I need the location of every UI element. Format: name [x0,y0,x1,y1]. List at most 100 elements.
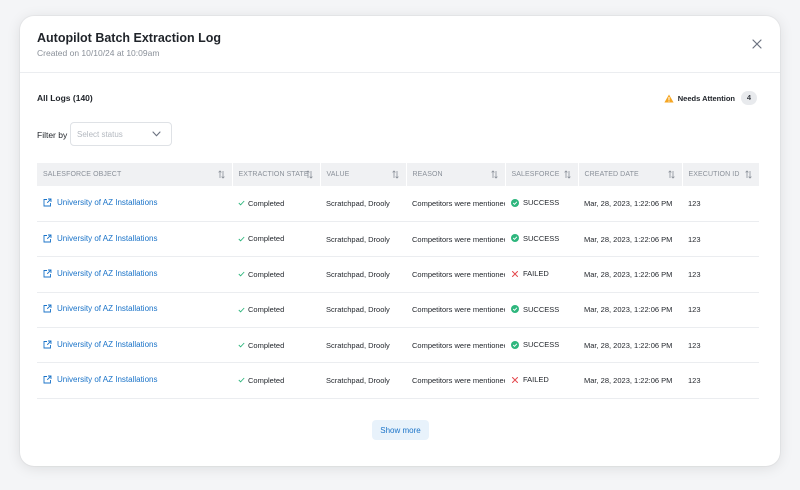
check-icon [238,378,245,383]
salesforce-object-link[interactable]: University of AZ Installations [43,269,157,278]
needs-attention-badge[interactable]: Needs Attention 4 [664,91,757,105]
value-cell: Scratchpad, Drooly [320,362,406,399]
salesforce-object-label: University of AZ Installations [57,197,158,207]
salesforce-object-label: University of AZ Installations [57,268,158,278]
sort-icon[interactable] [744,170,752,179]
table-row[interactable]: University of AZ Installations Completed S… [37,292,759,329]
reason-cell: Competitors were mentioned [406,362,505,399]
column-header-label: CREATED DATE [584,171,639,178]
column-header[interactable]: EXTRACTION STATE [232,163,321,186]
x-icon [512,376,518,383]
salesforce-object-cell: University of AZ Installations [37,221,232,258]
external-link-icon [43,375,52,384]
table-row[interactable]: University of AZ Installations Completed S… [37,327,759,364]
column-header[interactable]: REASON [406,163,506,186]
column-header-label: REASON [412,171,443,178]
logs-title: All Logs (140) [37,93,93,103]
sort-icon[interactable] [217,170,225,179]
table-row[interactable]: University of AZ Installations Completed S… [37,256,759,293]
column-header[interactable]: VALUE [320,163,407,186]
salesforce-object-link[interactable]: University of AZ Installations [43,198,157,207]
extraction-state-label: Completed [248,269,285,279]
extraction-state-cell: Completed [232,256,320,293]
check-icon [238,236,245,242]
salesforce-object-link[interactable]: University of AZ Installations [43,375,157,384]
sort-icon[interactable] [391,170,399,179]
execution-id-cell: 123 [682,186,759,222]
external-link-icon [43,304,52,313]
value-cell: Scratchpad, Drooly [320,327,406,364]
salesforce-status-cell: SUCCESS [505,186,578,222]
warning-icon [664,94,674,102]
salesforce-object-cell: University of AZ Installations [37,186,232,222]
column-header-label: SALESFORCE [511,171,560,178]
column-header[interactable]: EXECUTION ID [682,163,760,186]
external-link-icon [43,340,52,349]
show-more-button[interactable]: Show more [372,420,429,440]
salesforce-status-label: SUCCESS [523,304,560,314]
sort-icon[interactable] [305,170,313,179]
external-link-icon [43,234,52,243]
created-date-cell: Mar, 28, 2023, 1:22:06 PM [578,327,682,364]
sort-icon[interactable] [490,170,498,179]
success-circle-icon [511,198,519,207]
table-row[interactable]: University of AZ Installations Completed S… [37,362,759,399]
success-circle-icon [511,234,519,243]
execution-id-cell: 123 [682,362,759,399]
salesforce-status-label: SUCCESS [523,198,560,208]
salesforce-object-link[interactable]: University of AZ Installations [43,340,157,349]
salesforce-status-cell: SUCCESS [505,292,578,329]
extraction-state-cell: Completed [232,221,320,258]
extraction-state-cell: Completed [232,327,320,364]
sort-icon[interactable] [667,170,675,179]
sort-icon[interactable] [563,170,571,179]
created-date-cell: Mar, 28, 2023, 1:22:06 PM [578,292,682,329]
table-row[interactable]: University of AZ Installations Completed S… [37,221,759,258]
extraction-state-label: Completed [248,198,285,208]
extraction-state-cell: Completed [232,362,320,399]
column-header-label: SALESFORCE OBJECT [43,171,122,178]
column-header[interactable]: SALESFORCE OBJECT [37,163,233,186]
success-circle-icon [511,305,519,314]
reason-cell: Competitors were mentioned [406,186,505,222]
value-cell: Scratchpad, Drooly [320,256,406,293]
value-cell: Scratchpad, Drooly [320,221,406,258]
modal-header: Autopilot Batch Extraction Log Created o… [20,16,780,73]
table-row[interactable]: University of AZ Installations Completed S… [37,186,759,222]
execution-id-cell: 123 [682,327,759,364]
extraction-state-cell: Completed [232,186,320,222]
value-cell: Scratchpad, Drooly [320,186,406,222]
execution-id-cell: 123 [682,256,759,293]
salesforce-object-cell: University of AZ Installations [37,362,232,399]
logs-table: SALESFORCE OBJECT EXTRACTION STATE VALUE RE… [37,163,760,399]
created-date-cell: Mar, 28, 2023, 1:22:06 PM [578,221,682,258]
extraction-state-cell: Completed [232,292,320,329]
reason-cell: Competitors were mentioned [406,292,505,329]
salesforce-status-cell: FAILED [505,256,578,293]
x-icon [512,270,518,277]
salesforce-status-cell: SUCCESS [505,221,578,258]
salesforce-status-label: SUCCESS [523,233,560,243]
column-header[interactable]: SALESFORCE [505,163,579,186]
check-icon [238,342,245,348]
reason-cell: Competitors were mentioned [406,221,505,258]
needs-attention-label: Needs Attention [677,93,735,103]
created-date-cell: Mar, 28, 2023, 1:22:06 PM [578,256,682,293]
extraction-state-label: Completed [248,234,285,244]
check-icon [238,307,245,313]
status-filter-placeholder: Select status [77,130,123,139]
close-icon[interactable] [750,37,764,51]
salesforce-status-label: SUCCESS [523,340,560,349]
salesforce-status-label: FAILED [523,375,549,385]
filter-label: Filter by [37,130,68,140]
extraction-log-modal: Autopilot Batch Extraction Log Created o… [20,16,780,466]
reason-cell: Competitors were mentioned [406,256,505,293]
extraction-state-label: Completed [248,375,285,385]
status-filter-select[interactable]: Select status [70,122,172,146]
column-header[interactable]: CREATED DATE [578,163,683,186]
check-icon [238,200,245,206]
salesforce-object-link[interactable]: University of AZ Installations [43,234,157,243]
salesforce-object-link[interactable]: University of AZ Installations [43,304,157,313]
salesforce-object-label: University of AZ Installations [57,233,158,243]
created-date-cell: Mar, 28, 2023, 1:22:06 PM [578,186,682,222]
